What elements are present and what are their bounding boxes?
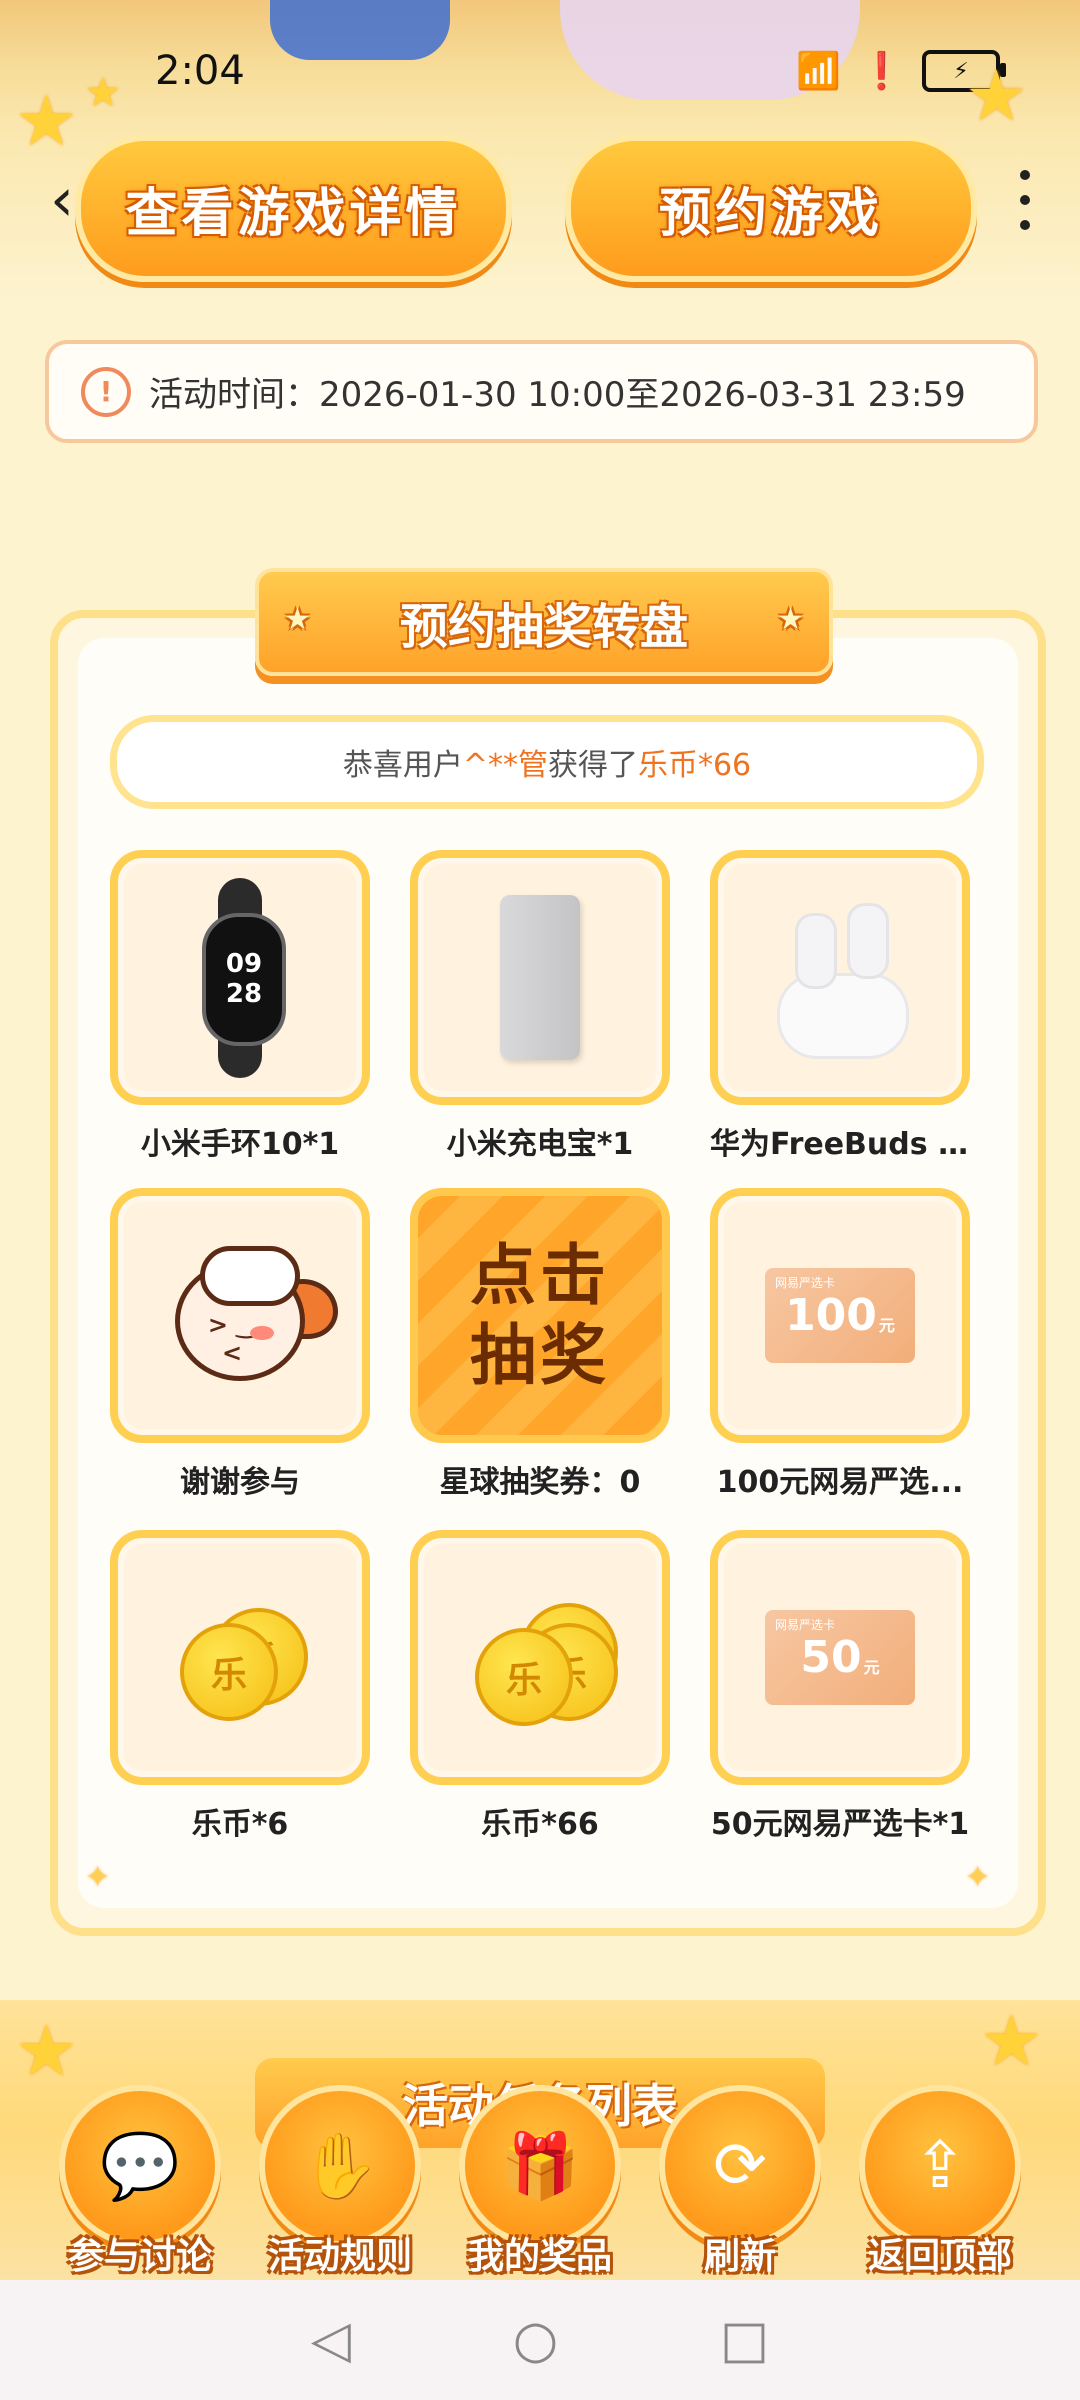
back-to-top-icon: ⇪: [859, 2085, 1021, 2247]
prize-card: 乐 乐: [110, 1530, 370, 1785]
prize-item: 华为FreeBuds S...: [710, 850, 970, 1163]
draw-ticket-count: 星球抽奖券：0: [439, 1465, 641, 1500]
prize-item: 09 28 小米手环10*1: [110, 850, 370, 1163]
nav-label: 活动规则: [267, 2236, 412, 2277]
rules-button[interactable]: ✋ 活动规则: [255, 2085, 425, 2277]
prize-item: 点击 抽奖 星球抽奖券：0: [410, 1188, 670, 1501]
reserve-game-button[interactable]: 预约游戏: [565, 135, 977, 282]
sparkle-icon: ✦: [965, 1860, 991, 1895]
ticker-middle: 获得了: [547, 748, 638, 783]
prize-card: 网易严选卡 100 元: [710, 1188, 970, 1443]
voucher-icon: 网易严选卡 100 元: [765, 1268, 915, 1363]
earbuds-icon: [765, 893, 915, 1063]
nav-label: 参与讨论: [67, 2236, 212, 2277]
prize-card: > ‿ <: [110, 1188, 370, 1443]
more-options-button[interactable]: [1010, 170, 1040, 230]
info-icon: !: [81, 366, 131, 417]
ticker-prize: 乐币*66: [637, 748, 752, 783]
star-icon: ★: [284, 602, 311, 637]
status-bar: 2:04 📶 ❗ ⚡: [0, 40, 1080, 110]
activity-time-text: 活动时间：2026-01-30 10:00至2026-03-31 23:59: [149, 375, 966, 415]
star-icon: ★: [85, 70, 121, 116]
prize-label: 小米手环10*1: [140, 1127, 340, 1162]
nav-recents-icon[interactable]: □: [720, 2310, 769, 2370]
activity-time-box: ! 活动时间：2026-01-30 10:00至2026-03-31 23:59: [45, 340, 1038, 443]
prize-label: 小米充电宝*1: [446, 1127, 634, 1162]
prize-card: 网易严选卡 50 元: [710, 1530, 970, 1785]
nav-home-icon[interactable]: ○: [513, 2310, 558, 2370]
prize-item: 网易严选卡 50 元 50元网易严选卡*1: [710, 1530, 970, 1843]
refresh-button[interactable]: ⟳ 刷新: [655, 2085, 825, 2277]
gift-icon: 🎁: [459, 2085, 621, 2247]
prize-card: 乐 乐 乐: [410, 1530, 670, 1785]
status-time: 2:04: [155, 48, 245, 94]
discussion-button[interactable]: 💬 参与讨论: [55, 2085, 225, 2277]
prize-label: 50元网易严选卡*1: [710, 1807, 970, 1842]
prize-card: 09 28: [110, 850, 370, 1105]
game-details-button[interactable]: 查看游戏详情: [75, 135, 512, 282]
system-nav-bar: ◁ ○ □: [0, 2280, 1080, 2400]
prize-item: 网易严选卡 100 元 100元网易严选...: [710, 1188, 970, 1501]
sparkle-icon: ✦: [85, 1860, 111, 1895]
coins-icon: 乐 乐: [165, 1598, 315, 1721]
star-icon: ★: [15, 2010, 78, 2092]
nav-label: 我的奖品: [467, 2236, 612, 2277]
wifi-icon: 📶: [796, 51, 842, 92]
prize-label: 乐币*6: [191, 1807, 289, 1842]
ticker-prefix: 恭喜用户: [342, 748, 463, 783]
star-icon: ★: [980, 2000, 1043, 2082]
nav-label: 返回顶部: [867, 2236, 1012, 2277]
power-bank-icon: [500, 895, 580, 1060]
lottery-title-text: 预约抽奖转盘: [399, 599, 688, 655]
prize-item: 乐 乐 乐 乐币*66: [410, 1530, 670, 1843]
rules-icon: ✋: [259, 2085, 421, 2247]
prize-item: 乐 乐 乐币*6: [110, 1530, 370, 1843]
back-to-top-button[interactable]: ⇪ 返回顶部: [855, 2085, 1025, 2277]
nav-back-icon[interactable]: ◁: [311, 2310, 351, 2370]
chat-icon: 💬: [59, 2085, 221, 2247]
prize-card: [410, 850, 670, 1105]
draw-button[interactable]: 点击 抽奖: [410, 1188, 670, 1443]
prize-card: [710, 850, 970, 1105]
voucher-icon: 网易严选卡 50 元: [765, 1610, 915, 1705]
refresh-icon: ⟳: [659, 2085, 821, 2247]
star-icon: ★: [15, 80, 78, 162]
prize-label: 华为FreeBuds S...: [710, 1127, 970, 1162]
star-icon: ★: [965, 55, 1028, 137]
winner-ticker: 恭喜用户 ^**管 获得了 乐币*66: [110, 715, 984, 809]
star-icon: ★: [777, 602, 804, 637]
nav-label: 刷新: [703, 2236, 776, 2277]
smart-band-icon: 09 28: [180, 877, 300, 1078]
prize-label: 100元网易严选...: [716, 1465, 964, 1500]
draw-button-text: 点击 抽奖: [470, 1236, 610, 1394]
ticker-user: ^**管: [462, 748, 548, 783]
lottery-title: ★ 预约抽奖转盘 ★: [255, 568, 833, 676]
prize-item: > ‿ < 谢谢参与: [110, 1188, 370, 1501]
coins-icon: 乐 乐 乐: [465, 1598, 618, 1726]
prize-label: 乐币*66: [481, 1807, 599, 1842]
prize-item: 小米充电宝*1: [410, 850, 670, 1163]
prize-label: 谢谢参与: [180, 1465, 300, 1500]
mascot-icon: > ‿ <: [155, 1241, 338, 1391]
alert-icon: ❗: [859, 51, 904, 92]
my-prizes-button[interactable]: 🎁 我的奖品: [455, 2085, 625, 2277]
